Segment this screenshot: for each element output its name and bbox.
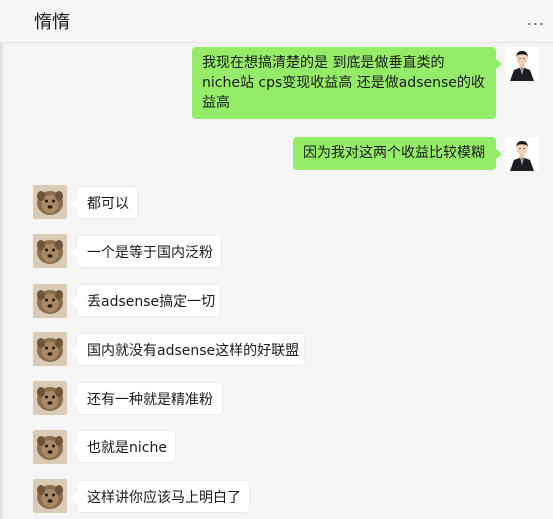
- message-bubble[interactable]: 都可以: [71, 186, 138, 219]
- dog-avatar-icon: [33, 185, 67, 219]
- avatar[interactable]: [33, 430, 67, 464]
- message-text: 因为我对这两个收益比较模糊: [303, 145, 485, 161]
- avatar[interactable]: [33, 234, 67, 268]
- avatar[interactable]: [33, 381, 67, 415]
- avatar[interactable]: [33, 332, 67, 366]
- dog-avatar-icon: [33, 332, 67, 366]
- message-text: 这样讲你应该马上明白了: [87, 490, 241, 506]
- avatar[interactable]: [33, 284, 67, 318]
- message-text: 都可以: [87, 196, 129, 212]
- dog-avatar-icon: [33, 479, 67, 513]
- avatar[interactable]: [505, 137, 539, 171]
- man-in-suit-avatar-icon: [505, 47, 539, 81]
- dog-avatar-icon: [33, 234, 67, 268]
- message-line: niche站 cps变现收益高 还是做adsense的收: [202, 75, 485, 91]
- dog-avatar-icon: [33, 430, 67, 464]
- avatar[interactable]: [33, 185, 67, 219]
- dog-avatar-icon: [33, 284, 67, 318]
- message-text: 丢adsense搞定一切: [87, 294, 216, 310]
- message-bubble[interactable]: 一个是等于国内泛粉: [71, 235, 222, 268]
- man-in-suit-avatar-icon: [505, 137, 539, 171]
- message-text: 也就是niche: [87, 440, 167, 456]
- message-bubble[interactable]: 因为我对这两个收益比较模糊: [293, 137, 502, 170]
- message-line: 益高: [202, 95, 230, 111]
- message-bubble[interactable]: 也就是niche: [71, 430, 176, 463]
- avatar[interactable]: [505, 47, 539, 81]
- message-text: 国内就没有adsense这样的好联盟: [87, 343, 300, 359]
- dog-avatar-icon: [33, 381, 67, 415]
- more-dots-icon[interactable]: ...: [527, 10, 545, 29]
- message-bubble[interactable]: 还有一种就是精准粉: [71, 382, 223, 415]
- message-bubble[interactable]: 丢adsense搞定一切: [71, 284, 221, 317]
- message-text: 还有一种就是精准粉: [87, 392, 213, 408]
- message-bubble[interactable]: 这样讲你应该马上明白了: [71, 480, 250, 513]
- message-bubble[interactable]: 我现在想搞清楚的是 到底是做垂直类的 niche站 cps变现收益高 还是做ad…: [192, 47, 502, 119]
- message-bubble[interactable]: 国内就没有adsense这样的好联盟: [71, 333, 305, 366]
- message-line: 我现在想搞清楚的是 到底是做垂直类的: [202, 55, 445, 71]
- avatar[interactable]: [33, 479, 67, 513]
- message-text: 一个是等于国内泛粉: [87, 245, 213, 261]
- divider: [0, 42, 3, 519]
- chat-title: 惰惰: [34, 12, 70, 33]
- chat-header: 惰惰 ...: [0, 0, 553, 43]
